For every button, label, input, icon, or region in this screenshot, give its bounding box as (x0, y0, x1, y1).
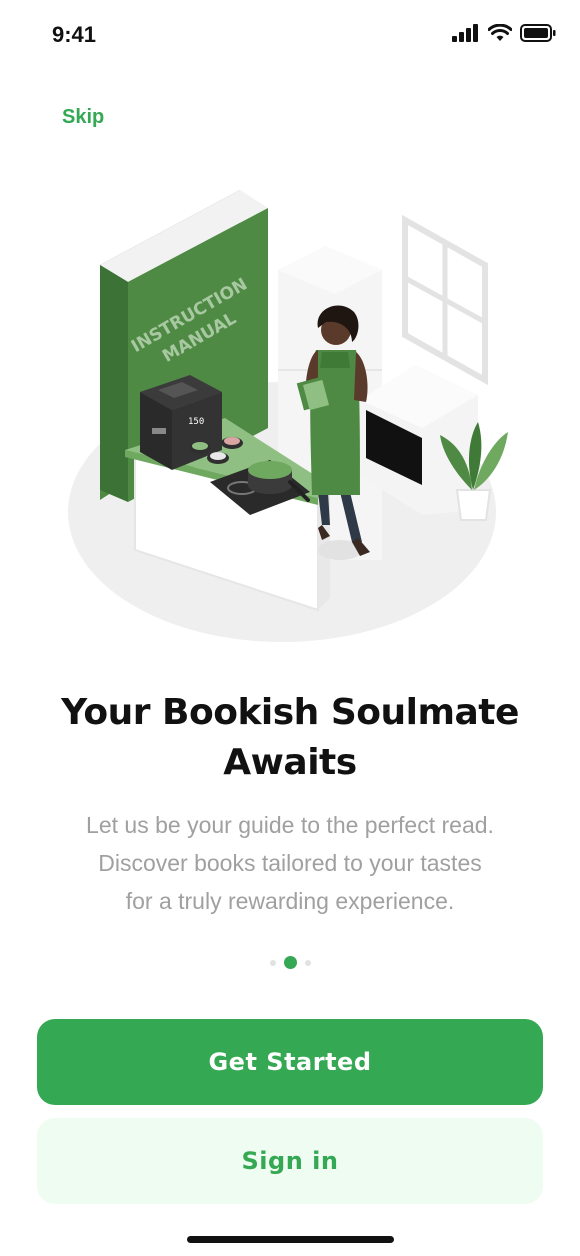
page-dot (269, 959, 276, 966)
get-started-button[interactable]: Get Started (37, 1019, 543, 1105)
page-dot (304, 959, 311, 966)
cellular-signal-icon (452, 24, 478, 42)
title-line-2: Awaits (223, 742, 357, 783)
wifi-icon (488, 24, 512, 41)
status-icons (452, 24, 556, 42)
page-dot-active (283, 956, 297, 969)
onboarding-subtitle: Let us be your guide to the perfect read… (50, 806, 530, 920)
status-bar: 9:41 (0, 0, 580, 72)
onboarding-title: Your Bookish Soulmate Awaits (40, 688, 540, 788)
battery-icon (520, 24, 556, 42)
title-line-1: Your Bookish Soulmate (61, 692, 519, 733)
home-indicator (187, 1236, 394, 1243)
page-indicator (0, 956, 580, 969)
subtitle-line-1: Let us be your guide to the perfect read… (86, 812, 494, 838)
subtitle-line-2: Discover books tailored to your tastes (98, 850, 482, 876)
kitchen-illustration: INSTRUCTION MANUAL 150 (68, 190, 508, 642)
cooker-display: 150 (188, 417, 204, 427)
subtitle-line-3: for a truly rewarding experience. (125, 888, 455, 914)
status-time: 9:41 (52, 22, 97, 47)
skip-button[interactable]: Skip (62, 106, 104, 129)
sign-in-button[interactable]: Sign in (37, 1118, 543, 1204)
